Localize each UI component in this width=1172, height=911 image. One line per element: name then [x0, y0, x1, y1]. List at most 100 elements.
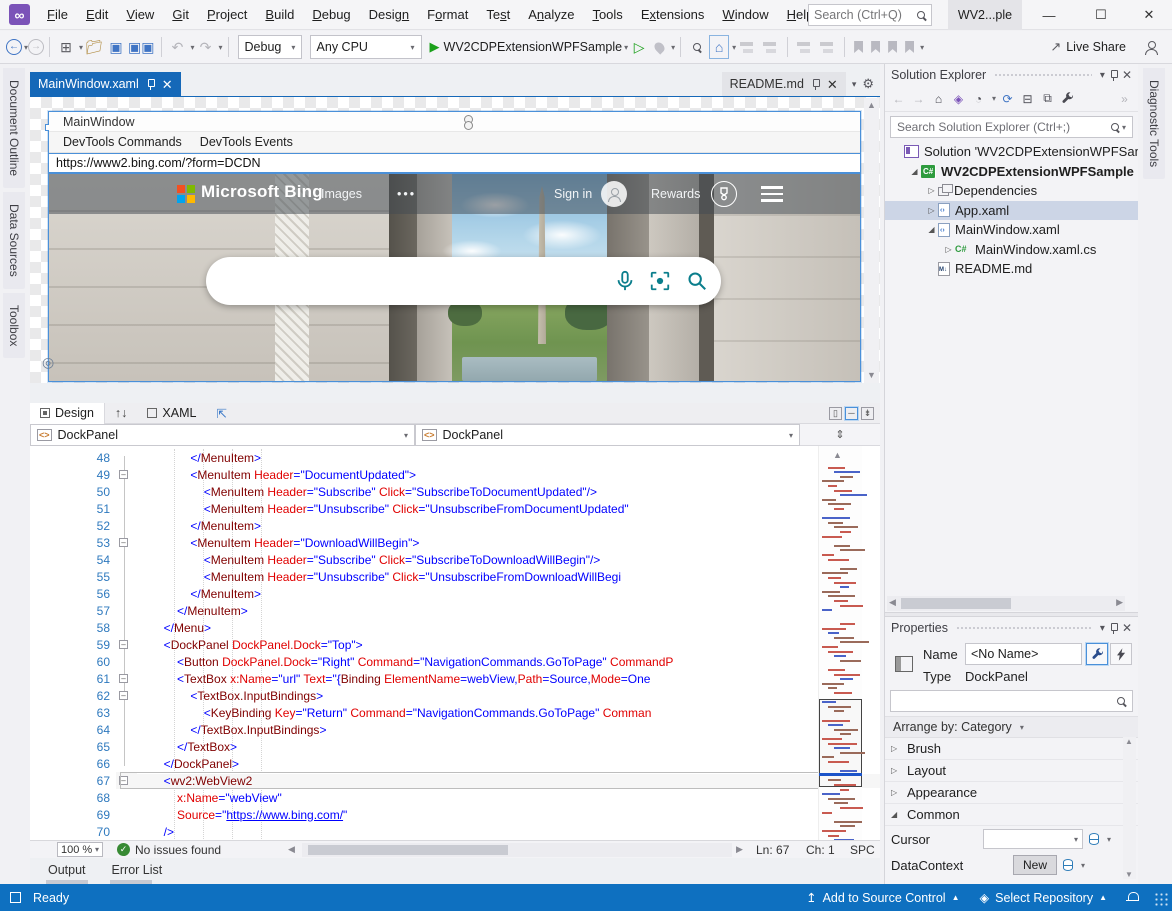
sync-with-active-document-icon[interactable]: ⟳: [999, 90, 1016, 107]
xaml-code-editor[interactable]: 48 </MenuItem>49– <MenuItem Header="Docu…: [30, 446, 880, 904]
solution-home-dropdown[interactable]: ▾: [732, 43, 736, 52]
data-binding-icon[interactable]: [1063, 859, 1073, 871]
collapse-pane-icon[interactable]: ⇟: [861, 407, 874, 420]
home-icon[interactable]: ⌂: [930, 90, 947, 107]
close-button[interactable]: ✕: [1126, 0, 1172, 30]
properties-mode-wrench-icon[interactable]: [1086, 643, 1108, 665]
indent-increase-icon[interactable]: [820, 41, 835, 54]
property-category-brush[interactable]: ▷Brush: [885, 738, 1138, 760]
close-icon[interactable]: ✕: [1122, 621, 1132, 635]
sidebar-tab-diagnostic-tools[interactable]: Diagnostic Tools: [1143, 68, 1165, 179]
hot-reload-icon[interactable]: [653, 40, 667, 54]
scroll-up-icon[interactable]: ▲: [833, 450, 842, 460]
menu-item[interactable]: Debug: [303, 0, 359, 29]
tree-item-mainwindow-xaml[interactable]: ◢MainWindow.xaml: [885, 220, 1138, 240]
startup-project-button[interactable]: WV2CDPExtensionWPFSample: [444, 40, 623, 54]
redo-dropdown[interactable]: ▾: [219, 43, 223, 52]
undo-icon[interactable]: ↶: [168, 35, 188, 59]
bookmark-toggle-icon[interactable]: [854, 41, 863, 53]
issues-status[interactable]: No issues found: [135, 843, 221, 857]
menu-item[interactable]: Git: [163, 0, 198, 29]
scroll-right-icon[interactable]: ▶: [736, 844, 743, 855]
bing-brand[interactable]: Microsoft Bing: [201, 182, 323, 202]
code-line[interactable]: 52 </MenuItem>: [30, 517, 880, 534]
spaces-indicator[interactable]: SPC: [850, 843, 875, 857]
hamburger-menu-icon[interactable]: [761, 186, 783, 202]
menu-item[interactable]: Project: [198, 0, 256, 29]
pin-icon[interactable]: [146, 79, 155, 90]
bottom-tab-output[interactable]: Output: [40, 863, 94, 877]
menu-item[interactable]: Test: [477, 0, 519, 29]
live-share-button[interactable]: ↗ Live Share: [1050, 39, 1126, 55]
hierarchy-icon[interactable]: [740, 41, 755, 54]
close-tab-icon[interactable]: ✕: [827, 78, 838, 91]
menu-item[interactable]: Extensions: [632, 0, 714, 29]
menu-item[interactable]: File: [38, 0, 77, 29]
bookmark-next-icon[interactable]: [888, 41, 897, 53]
platform-combobox[interactable]: Any CPU▾: [310, 35, 422, 59]
bing-rewards[interactable]: Rewards: [651, 187, 700, 201]
pending-changes-filter-icon[interactable]: ◔: [970, 90, 987, 107]
arrange-by-selector[interactable]: Arrange by: Category▾: [885, 716, 1138, 738]
menu-item[interactable]: Window: [713, 0, 777, 29]
bing-nav-images[interactable]: Images: [321, 187, 362, 201]
code-line[interactable]: 48 </MenuItem>: [30, 449, 880, 466]
minimize-button[interactable]: —: [1026, 0, 1072, 30]
select-repository-button[interactable]: ◈ Select Repository ▲: [969, 890, 1117, 905]
tab-xaml[interactable]: XAML: [137, 403, 206, 424]
designer-vertical-scrollbar[interactable]: ▲ ▼: [864, 98, 879, 383]
property-category-appearance[interactable]: ▷Appearance: [885, 782, 1138, 804]
popout-pane-icon[interactable]: ⇱: [206, 403, 236, 424]
expander-icon[interactable]: ◢: [891, 810, 901, 819]
configuration-combobox[interactable]: Debug▾: [238, 35, 302, 59]
forward-icon[interactable]: →: [910, 90, 927, 107]
show-all-files-icon[interactable]: ⧉: [1039, 90, 1056, 107]
bottom-tab-error-list[interactable]: Error List: [104, 863, 171, 877]
pin-icon[interactable]: [811, 79, 820, 90]
events-bolt-icon[interactable]: [1110, 643, 1132, 665]
sidebar-tab-document-outline[interactable]: Document Outline: [3, 68, 25, 188]
fold-collapse-icon[interactable]: –: [119, 640, 128, 649]
undo-dropdown[interactable]: ▾: [191, 43, 195, 52]
new-project-dropdown[interactable]: ▾: [79, 43, 83, 52]
indent-decrease-icon[interactable]: [797, 41, 812, 54]
editor-zoom-combobox[interactable]: 100 %▾: [57, 842, 103, 857]
solution-horizontal-scrollbar[interactable]: ◀▶: [887, 596, 1125, 611]
rewards-medal-icon[interactable]: [711, 181, 737, 207]
property-category-layout[interactable]: ▷Layout: [885, 760, 1138, 782]
properties-wrench-icon[interactable]: [1059, 90, 1076, 107]
bing-sign-in[interactable]: Sign in: [554, 187, 592, 201]
menu-item[interactable]: Tools: [583, 0, 631, 29]
pane-splitter-handle[interactable]: ⇕: [800, 424, 880, 445]
code-line[interactable]: 68 x:Name="webView": [30, 789, 880, 806]
preview-menu-item[interactable]: DevTools Events: [193, 135, 300, 149]
xaml-designer-surface[interactable]: MainWindow DevTools CommandsDevTools Eve…: [30, 96, 880, 383]
close-tab-icon[interactable]: ✕: [162, 78, 173, 91]
code-line[interactable]: 67– <wv2:WebView2: [30, 772, 880, 789]
code-line[interactable]: 57 </MenuItem>: [30, 602, 880, 619]
code-line[interactable]: 56 </MenuItem>: [30, 585, 880, 602]
window-position-dropdown-icon[interactable]: ▾: [1100, 623, 1105, 634]
microphone-icon[interactable]: [614, 270, 636, 292]
resize-grip[interactable]: [1154, 892, 1168, 906]
bookmark-previous-icon[interactable]: [871, 41, 880, 53]
anchor-adorner-icon[interactable]: [464, 115, 472, 129]
bing-search-box[interactable]: [206, 257, 721, 305]
webview-bing-page[interactable]: Microsoft Bing Images ••• Sign in Reward…: [49, 174, 860, 381]
editor-minimap-scrollbar[interactable]: ▲: [818, 446, 862, 904]
code-line[interactable]: 66 </DockPanel>: [30, 755, 880, 772]
expander-icon[interactable]: ▷: [925, 186, 938, 195]
binding-dropdown-icon[interactable]: ▾: [1081, 861, 1085, 870]
tab-design[interactable]: Design: [30, 403, 105, 424]
property-category-common[interactable]: ◢Common: [885, 804, 1138, 826]
back-icon[interactable]: ←: [890, 90, 907, 107]
fold-collapse-icon[interactable]: –: [119, 470, 128, 479]
startup-project-dropdown[interactable]: ▾: [624, 43, 628, 52]
window-position-dropdown-icon[interactable]: ▾: [1100, 70, 1105, 81]
navigate-back-icon[interactable]: ←: [6, 39, 22, 55]
swap-panes-button[interactable]: ↑↓: [105, 403, 138, 424]
code-line[interactable]: 49– <MenuItem Header="DocumentUpdated">: [30, 466, 880, 483]
find-in-files-icon[interactable]: [687, 35, 707, 59]
tree-item-app-xaml[interactable]: ▷App.xaml: [885, 201, 1138, 221]
switch-views-icon[interactable]: ◈: [950, 90, 967, 107]
